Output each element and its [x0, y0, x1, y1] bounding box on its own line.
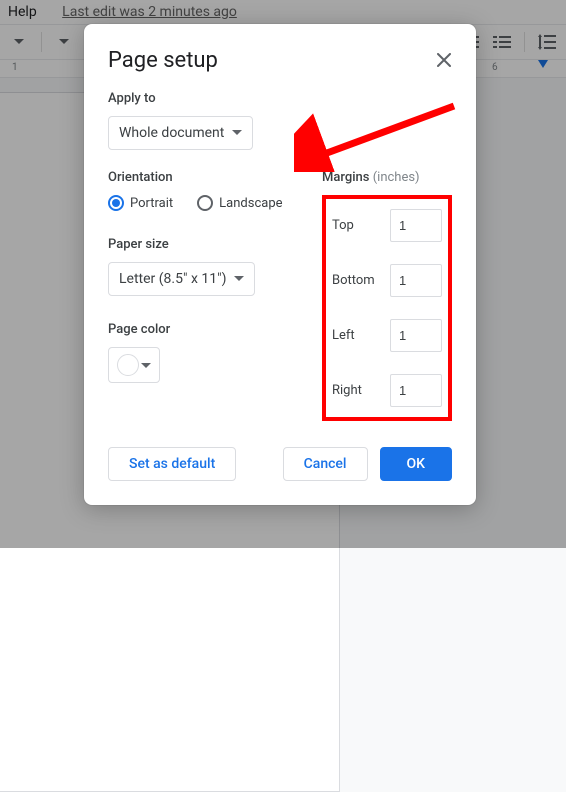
page-color-select[interactable]: [108, 347, 160, 383]
margin-bottom-input[interactable]: [390, 264, 442, 297]
margin-right-input[interactable]: [390, 374, 442, 407]
chevron-down-icon: [232, 130, 242, 136]
orientation-portrait-radio[interactable]: Portrait: [108, 195, 173, 211]
radio-dot: [197, 195, 213, 211]
orientation-label: Orientation: [108, 170, 298, 185]
margin-top-input[interactable]: [390, 209, 442, 242]
apply-to-label: Apply to: [108, 91, 452, 106]
ok-button[interactable]: OK: [380, 447, 453, 481]
margin-top-label: Top: [332, 218, 384, 233]
chevron-down-icon: [141, 357, 151, 373]
apply-to-select[interactable]: Whole document: [108, 116, 253, 150]
set-as-default-button[interactable]: Set as default: [108, 447, 236, 481]
close-icon[interactable]: [430, 46, 458, 74]
radio-dot: [108, 195, 124, 211]
margins-highlight: Top Bottom Left Right: [322, 195, 452, 421]
paper-size-select[interactable]: Letter (8.5" x 11"): [108, 262, 255, 296]
dialog-title: Page setup: [108, 48, 452, 73]
apply-to-value: Whole document: [119, 125, 224, 141]
margin-right-label: Right: [332, 383, 384, 398]
margin-left-input[interactable]: [390, 319, 442, 352]
orientation-landscape-radio[interactable]: Landscape: [197, 195, 282, 211]
annotation-arrow: [294, 102, 464, 172]
cancel-button[interactable]: Cancel: [283, 447, 368, 481]
paper-size-label: Paper size: [108, 237, 298, 252]
margin-bottom-label: Bottom: [332, 273, 384, 288]
paper-size-value: Letter (8.5" x 11"): [119, 271, 226, 287]
margin-left-label: Left: [332, 328, 384, 343]
page-setup-dialog: Page setup Apply to Whole document Orien…: [84, 24, 476, 505]
page-color-label: Page color: [108, 322, 298, 337]
margins-label: Margins (inches): [322, 170, 452, 185]
color-swatch-circle: [117, 354, 139, 376]
chevron-down-icon: [234, 276, 244, 282]
